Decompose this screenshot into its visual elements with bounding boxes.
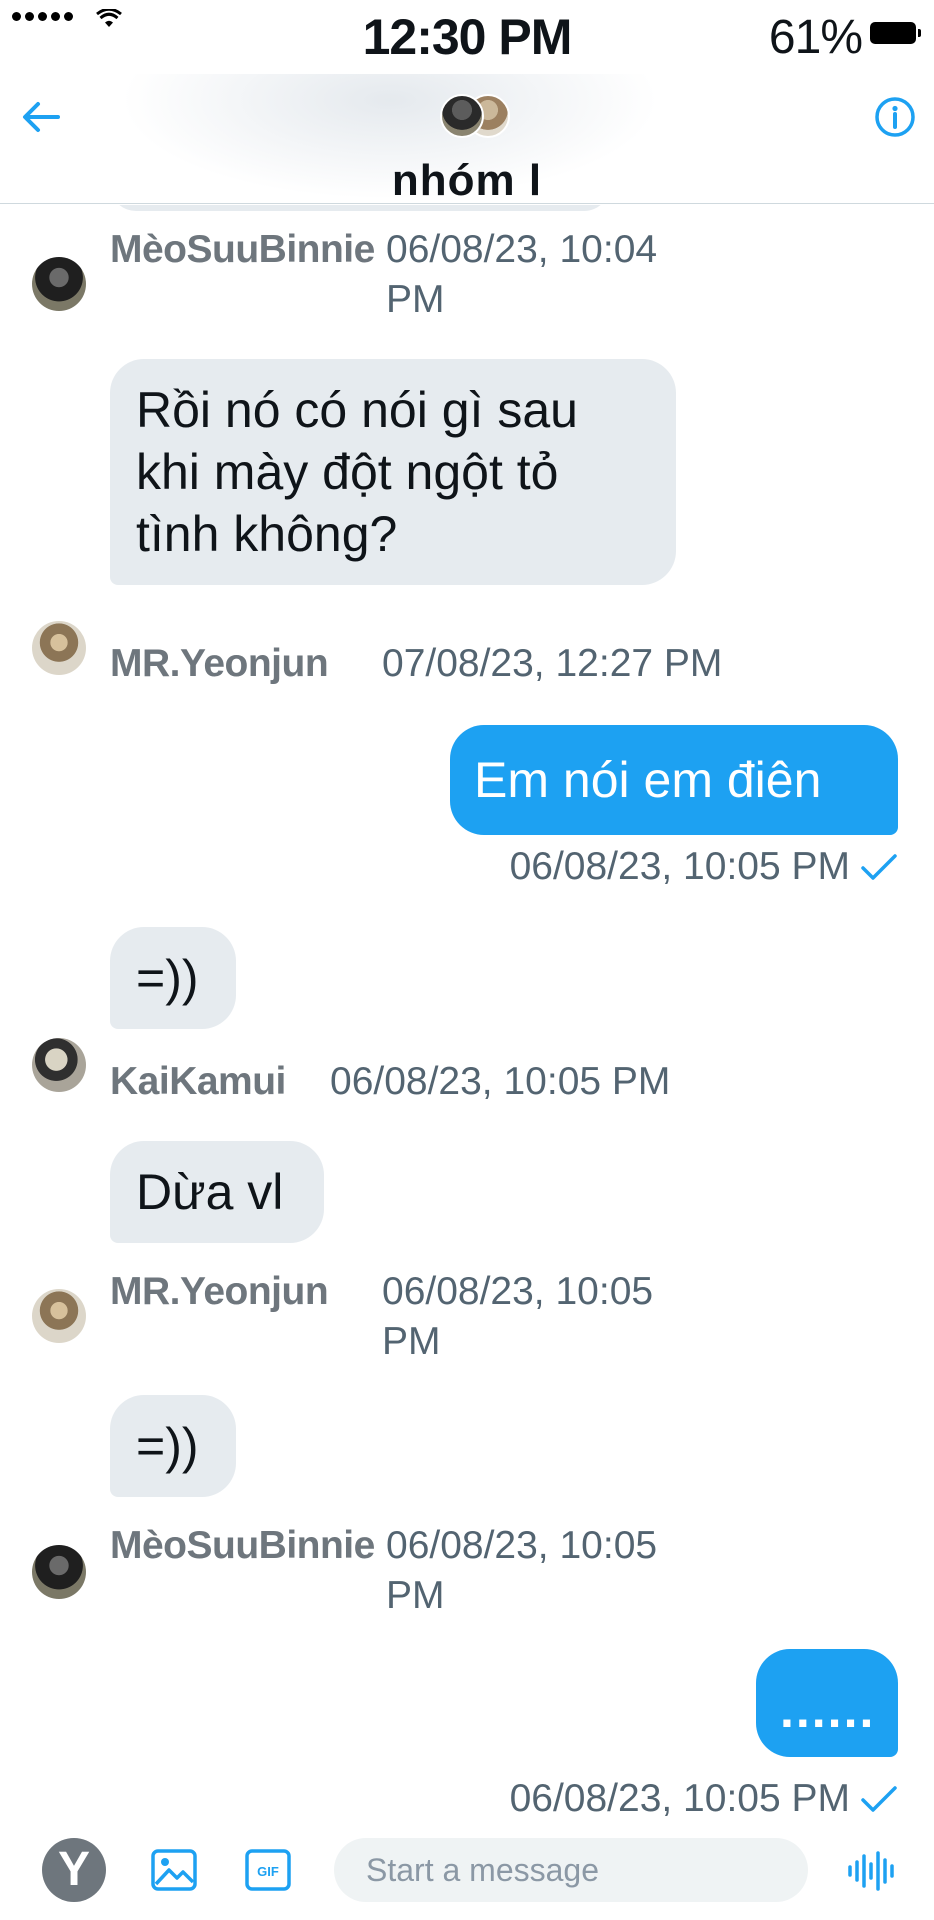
message-meta: MèoSuuBinnie 06/08/23, 10:05 PM — [110, 1521, 760, 1621]
gif-icon[interactable]: GIF — [244, 1848, 292, 1892]
message-meta: MR.Yeonjun 06/08/23, 10:05 PM — [110, 1267, 760, 1367]
svg-text:GIF: GIF — [257, 1864, 279, 1879]
message-status: 06/08/23, 10:05 PM — [510, 845, 898, 889]
message-bubble[interactable]: Rồi nó có nói gì sau khi mày đột ngột tỏ… — [110, 359, 676, 585]
group-avatar[interactable] — [440, 92, 510, 140]
sender-name: MèoSuuBinnie — [110, 1524, 375, 1567]
avatar[interactable] — [32, 1289, 86, 1343]
conversation-header: nhóm l — [0, 74, 934, 204]
message-list[interactable]: MèoSuuBinnie 06/08/23, 10:04 PM Rồi nó c… — [0, 205, 934, 1825]
message-timestamp: 06/08/23, 10:05 PM — [330, 1060, 671, 1103]
message-bubble[interactable]: Dừa vl — [110, 1141, 324, 1243]
image-icon[interactable] — [150, 1848, 198, 1892]
info-icon[interactable] — [874, 96, 916, 138]
avatar[interactable] — [32, 257, 86, 311]
message-meta: MR.Yeonjun 07/08/23, 12:27 PM — [110, 639, 810, 689]
user-avatar[interactable]: Y — [42, 1838, 106, 1902]
checkmark-icon — [861, 1786, 897, 1812]
sender-name: KaiKamui — [110, 1060, 286, 1103]
message-meta: MèoSuuBinnie 06/08/23, 10:04 PM — [110, 225, 760, 325]
message-bubble[interactable]: =)) — [110, 927, 236, 1029]
message-bubble-outgoing[interactable]: Em nói em điên — [450, 725, 898, 835]
avatar[interactable] — [32, 1545, 86, 1599]
message-composer: Y GIF — [0, 1826, 934, 1920]
message-timestamp: 06/08/23, 10:05 PM — [509, 845, 850, 888]
sender-name: MèoSuuBinnie — [110, 228, 375, 271]
checkmark-icon — [861, 854, 897, 880]
back-arrow-icon[interactable] — [18, 94, 64, 140]
message-bubble-outgoing[interactable]: ...... — [756, 1649, 898, 1757]
message-status: 06/08/23, 10:05 PM — [510, 1777, 898, 1821]
sender-name: MR.Yeonjun — [110, 642, 329, 685]
battery-percentage: 61% — [768, 11, 863, 64]
sender-name: MR.Yeonjun — [110, 1270, 329, 1313]
message-meta: KaiKamui 06/08/23, 10:05 PM — [110, 1057, 810, 1107]
avatar[interactable] — [32, 621, 86, 675]
message-timestamp: 06/08/23, 10:04 PM — [386, 228, 658, 321]
message-timestamp: 07/08/23, 12:27 PM — [382, 642, 723, 685]
battery-icon — [870, 22, 921, 44]
conversation-title[interactable]: nhóm l — [0, 156, 934, 203]
message-bubble-partial — [110, 205, 610, 211]
message-timestamp: 06/08/23, 10:05 PM — [382, 1270, 654, 1363]
message-bubble[interactable]: =)) — [110, 1395, 236, 1497]
status-bar: 12:30 PM 61% — [0, 0, 934, 74]
message-timestamp: 06/08/23, 10:05 PM — [386, 1524, 658, 1617]
avatar[interactable] — [32, 1038, 86, 1092]
message-timestamp: 06/08/23, 10:05 PM — [509, 1777, 850, 1820]
voice-message-icon[interactable] — [846, 1850, 898, 1892]
message-input[interactable] — [334, 1838, 808, 1902]
